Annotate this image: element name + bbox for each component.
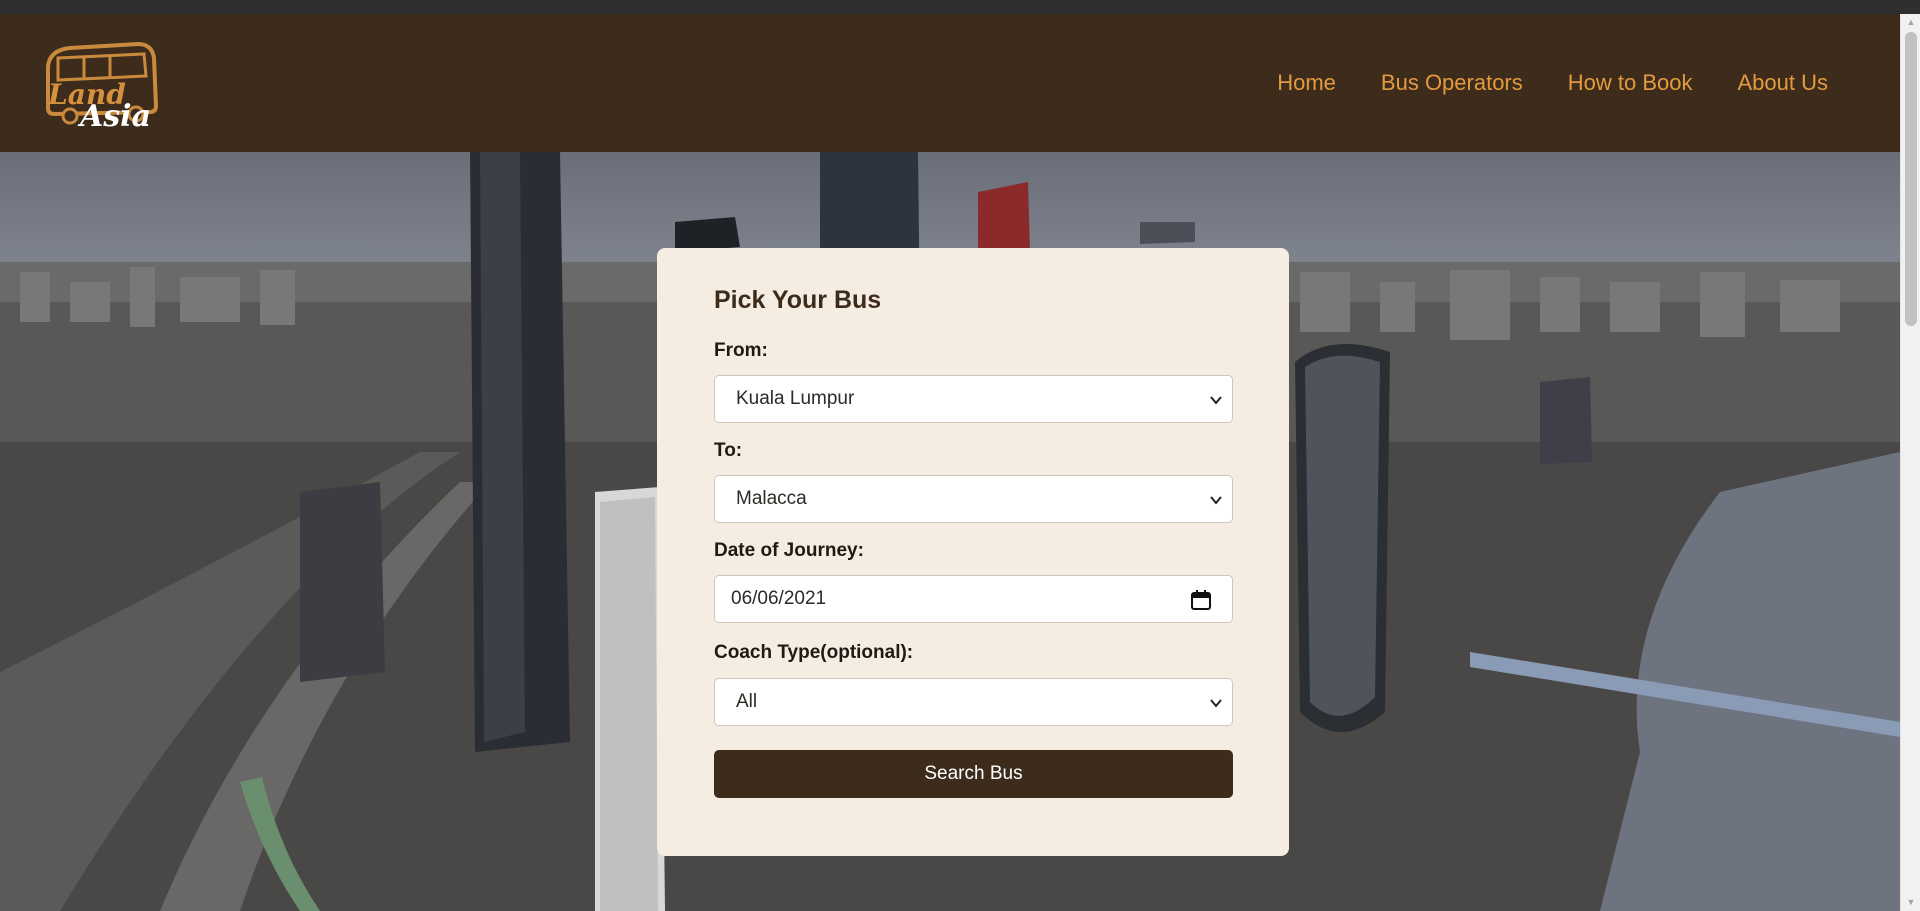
- brand-logo[interactable]: Land Asia: [40, 36, 160, 134]
- main-nav: Home Bus Operators How to Book About Us: [1277, 70, 1828, 96]
- date-input[interactable]: 06/06/2021: [714, 575, 1233, 623]
- to-label: To:: [714, 440, 743, 461]
- scroll-up-arrow-icon[interactable]: ▲: [1901, 14, 1920, 31]
- coach-type-select-value: All: [736, 691, 758, 712]
- from-select[interactable]: Kuala Lumpur: [714, 375, 1233, 423]
- from-select-value: Kuala Lumpur: [736, 388, 855, 409]
- form-title: Pick Your Bus: [714, 286, 882, 314]
- date-input-value: 06/06/2021: [731, 588, 827, 609]
- nav-about-us-link[interactable]: About Us: [1738, 70, 1829, 96]
- search-bus-button[interactable]: Search Bus: [714, 750, 1233, 798]
- svg-text:Asia: Asia: [77, 99, 151, 132]
- to-select-value: Malacca: [736, 488, 807, 509]
- scroll-down-arrow-icon[interactable]: ▼: [1901, 894, 1920, 911]
- chevron-down-icon: [1210, 396, 1222, 405]
- browser-top-strip: [0, 0, 1920, 14]
- navbar: Land Asia Home Bus Operators How to Book…: [0, 14, 1900, 152]
- bus-logo-icon: Land Asia: [46, 41, 159, 134]
- coach-type-label: Coach Type(optional):: [714, 642, 914, 663]
- nav-bus-operators-link[interactable]: Bus Operators: [1381, 70, 1523, 96]
- nav-how-to-book-link[interactable]: How to Book: [1568, 70, 1693, 96]
- page-scrollbar[interactable]: ▲ ▼: [1900, 14, 1920, 911]
- from-label: From:: [714, 340, 768, 361]
- chevron-down-icon: [1210, 496, 1222, 505]
- calendar-icon[interactable]: [1190, 589, 1212, 611]
- to-select[interactable]: Malacca: [714, 475, 1233, 523]
- scrollbar-thumb[interactable]: [1905, 32, 1917, 326]
- nav-home-link[interactable]: Home: [1277, 70, 1336, 96]
- coach-type-select[interactable]: All: [714, 678, 1233, 726]
- chevron-down-icon: [1210, 699, 1222, 708]
- bus-search-card: Pick Your Bus From: Kuala Lumpur To: Mal…: [657, 248, 1289, 856]
- date-label: Date of Journey:: [714, 540, 864, 561]
